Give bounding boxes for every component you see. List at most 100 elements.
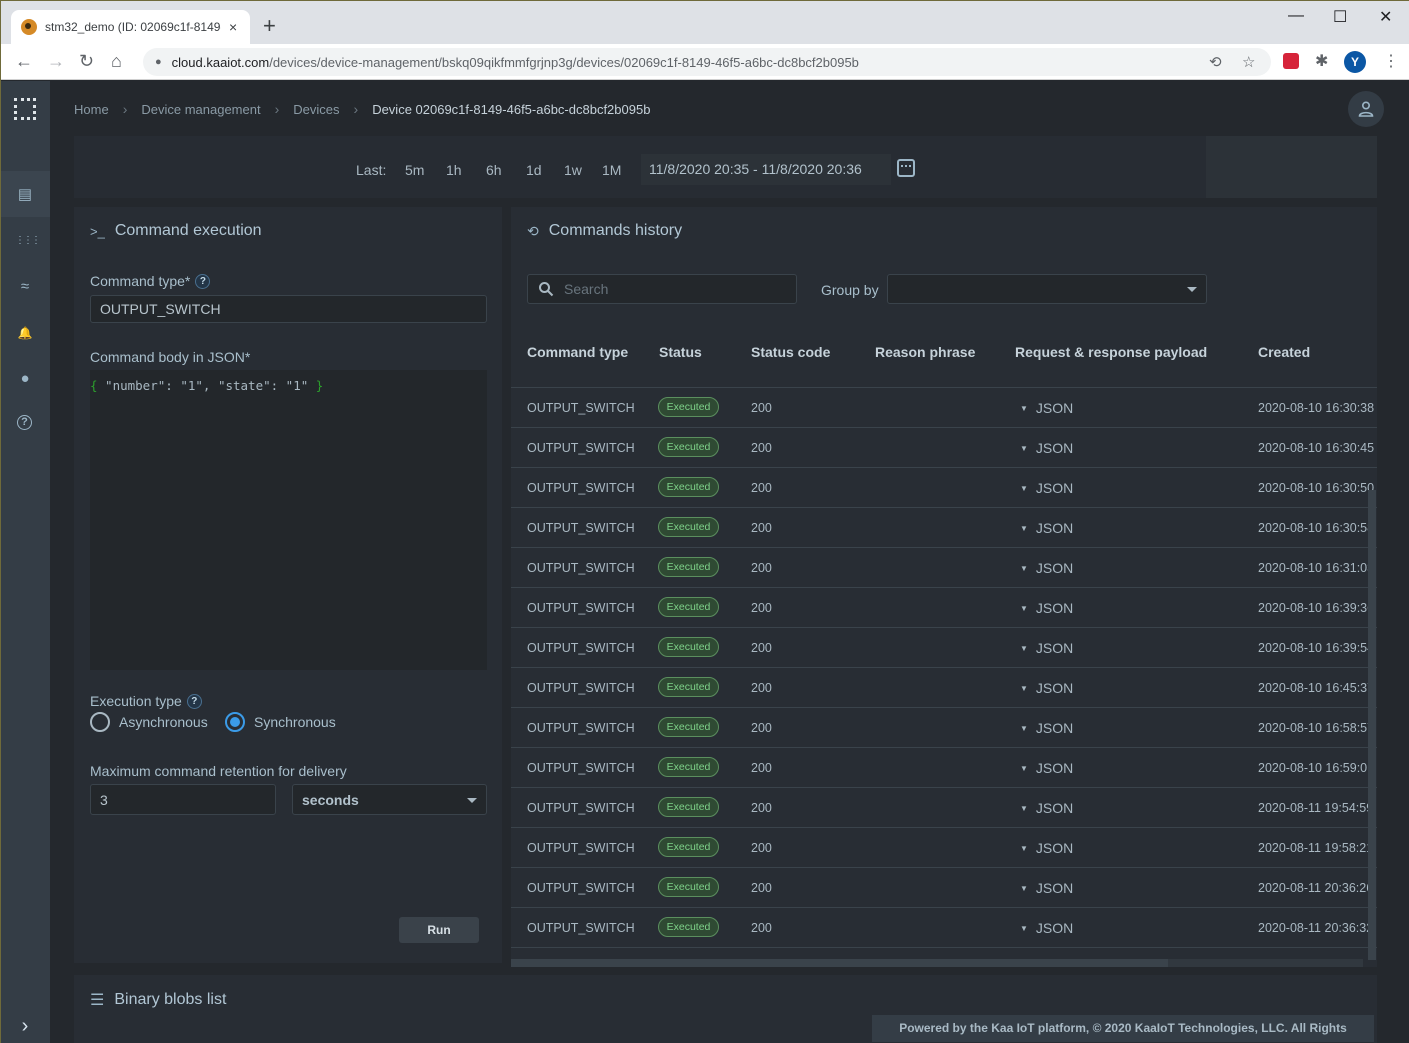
sidebar-dashboard-icon[interactable]: ▤: [15, 185, 35, 205]
payload-toggle[interactable]: ▼ JSON: [1020, 560, 1073, 576]
help-icon[interactable]: ?: [186, 693, 202, 709]
bookmark-star-icon[interactable]: ☆: [1242, 53, 1255, 71]
table-row[interactable]: OUTPUT_SWITCH Executed 200 ▼ JSON 2020-08-11 …: [511, 788, 1377, 828]
payload-toggle[interactable]: ▼ JSON: [1020, 600, 1073, 616]
status-badge: Executed: [658, 557, 719, 577]
table-row[interactable]: OUTPUT_SWITCH Executed 200 ▼ JSON 2020-08-10 …: [511, 548, 1377, 588]
kaa-logo-icon[interactable]: [14, 98, 36, 120]
command-execution-heading: Command execution: [114, 222, 262, 239]
sidebar-apps-icon[interactable]: ⋮⋮⋮: [15, 231, 41, 251]
extension-icon[interactable]: [1283, 53, 1299, 69]
window-close-icon[interactable]: ✕: [1379, 7, 1392, 27]
sidebar-expand-icon[interactable]: ›: [15, 1016, 35, 1036]
table-row[interactable]: OUTPUT_SWITCH Executed 200 ▼ JSON 2020-08-10 …: [511, 508, 1377, 548]
sidebar-help-icon[interactable]: ?: [17, 415, 32, 430]
column-header-payload[interactable]: Request & response payload: [1015, 344, 1207, 360]
payload-toggle[interactable]: ▼ JSON: [1020, 640, 1073, 656]
extensions-puzzle-icon[interactable]: ✱: [1315, 51, 1328, 71]
group-by-label: Group by: [821, 282, 879, 298]
help-icon[interactable]: ?: [195, 273, 211, 289]
address-bar[interactable]: ● cloud.kaaiot.com/devices/device-manage…: [143, 48, 1271, 76]
table-row[interactable]: OUTPUT_SWITCH Executed 200 ▼ JSON 2020-08-10 …: [511, 628, 1377, 668]
cell-command-type: OUTPUT_SWITCH: [527, 721, 635, 735]
horizontal-scrollbar[interactable]: [511, 959, 1363, 967]
range-1M-button[interactable]: 1M: [602, 162, 621, 178]
user-menu-button[interactable]: [1348, 91, 1384, 127]
payload-toggle[interactable]: ▼ JSON: [1020, 800, 1073, 816]
radio-asynchronous[interactable]: Asynchronous: [90, 712, 208, 732]
run-button[interactable]: Run: [399, 917, 479, 943]
reload-icon[interactable]: ↻: [79, 51, 94, 72]
payload-toggle[interactable]: ▼ JSON: [1020, 720, 1073, 736]
maximize-icon[interactable]: ☐: [1333, 7, 1347, 27]
table-row[interactable]: OUTPUT_SWITCH Executed 200 ▼ JSON 2020-08-10 …: [511, 588, 1377, 628]
date-range-display[interactable]: 11/8/2020 20:35 - 11/8/2020 20:36: [641, 154, 891, 185]
table-row[interactable]: OUTPUT_SWITCH Executed 200 ▼ JSON 2020-08-10 …: [511, 668, 1377, 708]
radio-unchecked-icon[interactable]: [90, 712, 110, 732]
command-body-editor[interactable]: { "number": "1", "state": "1" }: [90, 370, 487, 670]
table-row[interactable]: OUTPUT_SWITCH Executed 200 ▼ JSON 2020-08-11 …: [511, 908, 1377, 948]
new-tab-button[interactable]: +: [263, 13, 276, 39]
payload-toggle[interactable]: ▼ JSON: [1020, 760, 1073, 776]
payload-toggle[interactable]: ▼ JSON: [1020, 400, 1073, 416]
payload-toggle[interactable]: ▼ JSON: [1020, 520, 1073, 536]
retention-unit-select[interactable]: seconds: [292, 784, 487, 815]
execution-type-label: Execution type ?: [90, 693, 202, 709]
range-1w-button[interactable]: 1w: [564, 162, 582, 178]
command-body-label: Command body in JSON*: [90, 349, 251, 365]
horizontal-scrollbar-thumb[interactable]: [511, 959, 1168, 967]
table-row[interactable]: OUTPUT_SWITCH Executed 200 ▼ JSON 2020-08-10 …: [511, 428, 1377, 468]
column-header-reason-phrase[interactable]: Reason phrase: [875, 344, 975, 360]
column-header-created[interactable]: Created: [1258, 344, 1310, 360]
column-header-status[interactable]: Status: [659, 344, 702, 360]
range-5m-button[interactable]: 5m: [405, 162, 424, 178]
range-1d-button[interactable]: 1d: [526, 162, 542, 178]
payload-toggle[interactable]: ▼ JSON: [1020, 920, 1073, 936]
calendar-icon[interactable]: [897, 159, 915, 177]
table-row[interactable]: OUTPUT_SWITCH Executed 200 ▼ JSON 2020-08-10 …: [511, 468, 1377, 508]
search-input[interactable]: [564, 281, 764, 297]
table-row[interactable]: OUTPUT_SWITCH Executed 200 ▼ JSON 2020-08-11 …: [511, 828, 1377, 868]
home-icon[interactable]: ⌂: [111, 51, 122, 72]
table-row[interactable]: OUTPUT_SWITCH Executed 200 ▼ JSON 2020-08-11 …: [511, 868, 1377, 908]
payload-toggle[interactable]: ▼ JSON: [1020, 840, 1073, 856]
column-header-command-type[interactable]: Command type: [527, 344, 628, 360]
profile-avatar[interactable]: Y: [1344, 51, 1366, 73]
back-icon[interactable]: ←: [15, 51, 33, 72]
sidebar-alerts-icon[interactable]: 🔔: [15, 323, 35, 343]
payload-toggle[interactable]: ▼ JSON: [1020, 680, 1073, 696]
breadcrumb-devices[interactable]: Devices: [293, 102, 339, 117]
vertical-scrollbar[interactable]: [1368, 490, 1376, 960]
tab-close-icon[interactable]: ×: [229, 19, 237, 35]
group-by-select[interactable]: [887, 274, 1207, 304]
payload-label: JSON: [1035, 400, 1074, 416]
translate-icon[interactable]: ⟲: [1209, 53, 1222, 71]
payload-toggle[interactable]: ▼ JSON: [1020, 440, 1073, 456]
breadcrumb-home[interactable]: Home: [74, 102, 109, 117]
forward-icon[interactable]: →: [47, 51, 65, 72]
search-box[interactable]: [527, 274, 797, 304]
radio-checked-icon[interactable]: [225, 712, 245, 732]
sidebar-account-icon[interactable]: ●: [15, 369, 35, 389]
breadcrumb-device-management[interactable]: Device management: [141, 102, 260, 117]
user-icon: [1358, 101, 1374, 117]
browser-tab[interactable]: stm32_demo (ID: 02069c1f-8149- ×: [11, 10, 250, 44]
cell-command-type: OUTPUT_SWITCH: [527, 561, 635, 575]
minimize-icon[interactable]: —: [1288, 7, 1304, 25]
table-row[interactable]: OUTPUT_SWITCH Executed 200 ▼ JSON 2020-08-10 …: [511, 748, 1377, 788]
radio-synchronous[interactable]: Synchronous: [225, 712, 336, 732]
retention-value-input[interactable]: 3: [90, 784, 276, 815]
range-6h-button[interactable]: 6h: [486, 162, 502, 178]
command-type-input[interactable]: OUTPUT_SWITCH: [90, 295, 487, 323]
range-1h-button[interactable]: 1h: [446, 162, 462, 178]
table-row[interactable]: OUTPUT_SWITCH Executed 200 ▼ JSON 2020-08-10 …: [511, 388, 1377, 428]
sidebar-analytics-icon[interactable]: ≈: [15, 277, 35, 297]
payload-label: JSON: [1035, 760, 1074, 776]
browser-menu-icon[interactable]: ⋮: [1383, 51, 1399, 71]
column-header-status-code[interactable]: Status code: [751, 344, 830, 360]
table-row[interactable]: OUTPUT_SWITCH Executed 200 ▼ JSON 2020-08-10 …: [511, 708, 1377, 748]
json-close-brace: }: [315, 378, 324, 393]
cell-status-code: 200: [751, 721, 772, 735]
payload-toggle[interactable]: ▼ JSON: [1020, 480, 1073, 496]
payload-toggle[interactable]: ▼ JSON: [1020, 880, 1073, 896]
